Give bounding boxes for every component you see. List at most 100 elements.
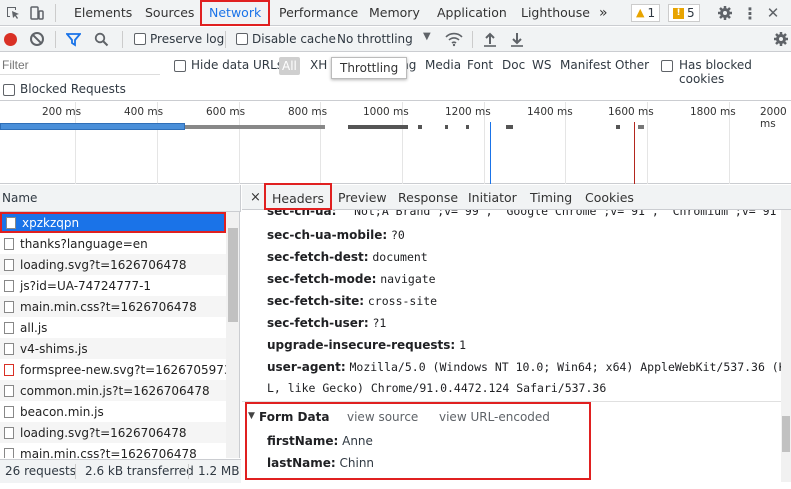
filter-funnel-icon[interactable]: [65, 32, 82, 50]
request-row[interactable]: main.min.css?t=1626706478: [0, 296, 226, 317]
filter-ws-button[interactable]: WS: [532, 58, 551, 72]
tab-timing[interactable]: Timing: [524, 185, 578, 210]
tab-response[interactable]: Response: [392, 185, 464, 210]
filter-manifest-button[interactable]: Manifest: [560, 58, 611, 72]
waterfall-bar: [418, 125, 422, 129]
header-row: sec-ch-ua: " Not;A Brand";v="99", "Googl…: [267, 210, 781, 218]
tab-initiator[interactable]: Initiator: [462, 185, 523, 210]
clear-icon[interactable]: [30, 32, 44, 46]
device-toolbar-icon[interactable]: [28, 4, 46, 22]
file-icon: [4, 300, 14, 313]
request-row[interactable]: beacon.min.js: [0, 401, 226, 422]
disable-cache-checkbox[interactable]: [236, 33, 248, 45]
throttling-select[interactable]: No throttling: [337, 32, 413, 46]
dropdown-arrow-icon[interactable]: ▼: [423, 31, 431, 42]
has-blocked-cookies-checkbox[interactable]: [661, 60, 673, 72]
record-icon[interactable]: [4, 33, 17, 46]
request-list-scroll-thumb[interactable]: [228, 228, 238, 322]
tick-label: 400 ms: [124, 106, 164, 118]
tab-headers[interactable]: Headers: [264, 183, 333, 210]
warnings-count: 1: [647, 6, 656, 20]
tick-label: 1200 ms: [445, 106, 491, 118]
request-row[interactable]: v4-shims.js: [0, 338, 226, 359]
request-list: xpzkzqpn thanks?language=en loading.svg?…: [0, 212, 226, 458]
request-row[interactable]: main.min.css?t=1626706478: [0, 443, 226, 458]
import-har-icon[interactable]: [483, 31, 497, 50]
tick-label: 1000 ms: [363, 106, 409, 118]
filter-input[interactable]: [0, 56, 160, 75]
header-row: sec-fetch-site: cross-site: [267, 294, 437, 308]
request-row[interactable]: loading.svg?t=1626706478: [0, 254, 226, 275]
filter-media-button[interactable]: Media: [425, 58, 461, 72]
export-har-icon[interactable]: [510, 31, 524, 50]
filter-other-button[interactable]: Other: [615, 58, 649, 72]
settings-gear-icon[interactable]: [716, 4, 734, 22]
request-row[interactable]: formspree-new.svg?t=1626705973: [0, 359, 226, 380]
kebab-menu-icon[interactable]: ⋮: [741, 4, 759, 23]
network-conditions-wifi-icon[interactable]: [445, 31, 463, 50]
close-devtools-icon[interactable]: ✕: [764, 4, 782, 22]
divider: [225, 31, 226, 48]
divider: [75, 464, 76, 479]
preserve-log-checkbox[interactable]: [134, 33, 146, 45]
header-value: Mozilla/5.0 (Windows NT 10.0; Win64; x64…: [349, 360, 781, 374]
tab-memory[interactable]: Memory: [362, 0, 427, 26]
warnings-badge[interactable]: ▲ 1: [631, 4, 661, 22]
file-icon: [4, 258, 14, 271]
header-key: sec-fetch-mode:: [267, 272, 377, 286]
hide-data-urls-checkbox[interactable]: [174, 60, 186, 72]
tick-label: 800 ms: [288, 106, 328, 118]
header-value: L, like Gecko) Chrome/91.0.4472.124 Safa…: [267, 381, 607, 395]
tab-lighthouse[interactable]: Lighthouse: [514, 0, 597, 26]
request-row[interactable]: loading.svg?t=1626706478: [0, 422, 226, 443]
tab-application[interactable]: Application: [430, 0, 514, 26]
more-tabs-button[interactable]: »: [592, 0, 615, 26]
blocked-requests-checkbox[interactable]: [3, 84, 15, 96]
tab-cookies[interactable]: Cookies: [579, 185, 640, 210]
issues-badge[interactable]: ! 5: [668, 4, 700, 22]
inspect-element-icon[interactable]: [4, 4, 22, 22]
name-column-header[interactable]: Name: [0, 185, 241, 212]
request-row[interactable]: js?id=UA-74724777-1: [0, 275, 226, 296]
search-icon[interactable]: [94, 32, 109, 50]
header-value: document: [372, 250, 428, 264]
request-row[interactable]: common.min.js?t=1626706478: [0, 380, 226, 401]
file-icon: [4, 342, 14, 355]
header-key: upgrade-insecure-requests:: [267, 338, 456, 352]
devtools-tab-bar: Elements Sources Network Performance Mem…: [0, 0, 791, 26]
request-name: formspree-new.svg?t=1626705973: [20, 362, 226, 377]
file-icon: [4, 405, 14, 418]
file-icon: [4, 237, 14, 250]
header-row-continuation: L, like Gecko) Chrome/91.0.4472.124 Safa…: [267, 381, 606, 395]
request-row[interactable]: xpzkzqpn: [0, 212, 226, 233]
timeline-overview[interactable]: 200 ms 400 ms 600 ms 800 ms 1000 ms 1200…: [0, 102, 791, 184]
waterfall-bar: [466, 125, 469, 129]
tab-sources[interactable]: Sources: [138, 0, 201, 26]
request-name: main.min.css?t=1626706478: [20, 446, 197, 459]
tick-label: 600 ms: [206, 106, 246, 118]
warning-icon: ▲: [636, 6, 645, 19]
filter-xhr-button[interactable]: XH: [310, 58, 327, 72]
header-key: sec-ch-ua-mobile:: [267, 228, 388, 242]
tick-label: 200 ms: [42, 106, 82, 118]
request-count: 26 requests: [5, 464, 76, 478]
detail-scroll-thumb[interactable]: [782, 416, 790, 452]
transferred-size: 2.6 kB transferred: [85, 464, 194, 478]
tab-preview[interactable]: Preview: [332, 185, 393, 210]
tab-performance[interactable]: Performance: [272, 0, 365, 26]
tab-elements[interactable]: Elements: [67, 0, 139, 26]
filter-all-button[interactable]: All: [279, 57, 300, 75]
dom-content-loaded-line: [490, 122, 491, 184]
request-row[interactable]: all.js: [0, 317, 226, 338]
request-name: common.min.js?t=1626706478: [20, 383, 210, 398]
request-row[interactable]: thanks?language=en: [0, 233, 226, 254]
file-icon: [4, 321, 14, 334]
filter-font-button[interactable]: Font: [467, 58, 493, 72]
request-name: js?id=UA-74724777-1: [20, 278, 152, 293]
hide-data-urls-label: Hide data URLs: [191, 58, 284, 72]
tick-label: 1400 ms: [527, 106, 573, 118]
filter-doc-button[interactable]: Doc: [502, 58, 525, 72]
network-settings-gear-icon[interactable]: [773, 31, 789, 50]
request-name: all.js: [20, 320, 48, 335]
tab-network[interactable]: Network: [200, 0, 271, 26]
